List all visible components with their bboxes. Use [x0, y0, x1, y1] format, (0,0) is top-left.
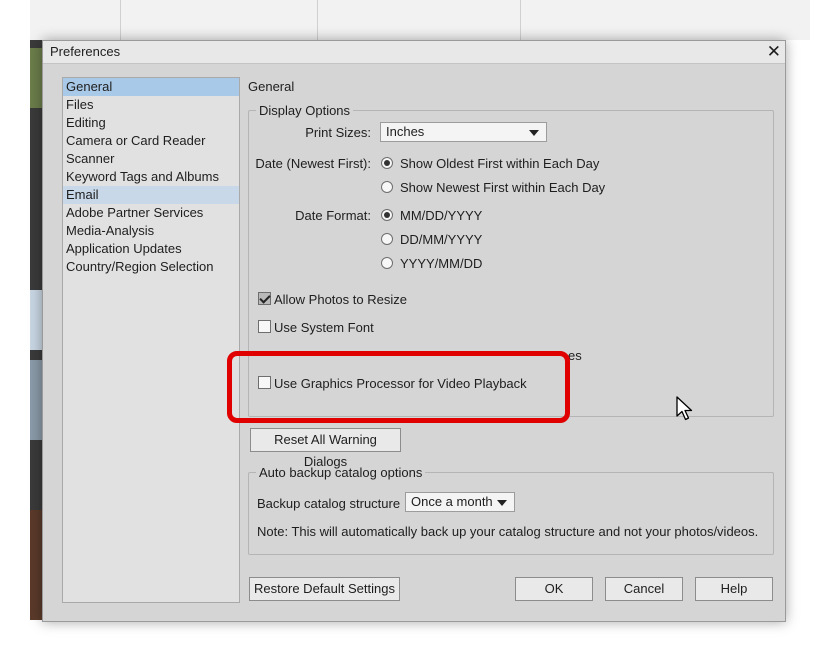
display-options-group: Display Options — [248, 103, 774, 417]
background-divider — [120, 0, 121, 40]
sidebar-item-general[interactable]: General — [63, 78, 239, 96]
background-thumbnail — [30, 510, 42, 620]
background-thumbnail — [30, 360, 42, 440]
sidebar-item-application-updates[interactable]: Application Updates — [63, 240, 239, 258]
background-app-strip — [30, 40, 42, 620]
background-app-toolbar — [30, 0, 810, 40]
gpu-video-playback-label: Use Graphics Processor for Video Playbac… — [274, 376, 527, 391]
newest-first-label: Show Newest First within Each Day — [400, 180, 606, 195]
mm-dd-yyyy-label: MM/DD/YYYY — [400, 208, 483, 223]
sidebar-item-email[interactable]: Email — [63, 186, 239, 204]
print-sizes-value: Inches — [386, 124, 425, 139]
backup-note: Note: This will automatically back up yo… — [257, 524, 759, 539]
display-options-legend: Display Options — [259, 103, 351, 118]
allow-photos-resize-label: Allow Photos to Resize — [274, 292, 407, 307]
restore-default-settings-button[interactable]: Restore Default Settings — [249, 577, 400, 601]
cancel-button[interactable]: Cancel — [605, 577, 683, 601]
background-thumbnail — [30, 290, 42, 350]
print-sizes-label: Print Sizes: — [305, 125, 371, 140]
dd-mm-yyyy-label: DD/MM/YYYY — [400, 232, 483, 247]
background-divider — [520, 0, 521, 40]
radio-dd-mm-yyyy[interactable] — [381, 233, 393, 245]
auto-backup-legend: Auto backup catalog options — [259, 465, 423, 480]
sidebar-item-media-analysis[interactable]: Media-Analysis — [63, 222, 239, 240]
mouse-pointer-icon — [676, 396, 693, 421]
radio-oldest-first[interactable] — [381, 157, 393, 169]
title-bar: Preferences ✕ — [43, 41, 785, 64]
close-icon[interactable]: ✕ — [767, 42, 781, 62]
print-sizes-dropdown[interactable]: Inches — [380, 122, 547, 142]
background-thumbnail — [30, 48, 42, 108]
radio-newest-first[interactable] — [381, 181, 393, 193]
sidebar-item-editing[interactable]: Editing — [63, 114, 239, 132]
preferences-sidebar: General Files Editing Camera or Card Rea… — [62, 77, 240, 603]
background-divider — [317, 0, 318, 40]
obscured-option-label: es — [568, 348, 582, 363]
use-system-font-label: Use System Font — [274, 320, 374, 335]
use-system-font-checkbox[interactable] — [258, 320, 271, 333]
date-order-label: Date (Newest First): — [255, 156, 371, 171]
reset-warning-dialogs-button[interactable]: Reset All Warning Dialogs — [250, 428, 401, 469]
chevron-down-icon — [497, 500, 507, 506]
chevron-down-icon — [529, 130, 539, 136]
radio-mm-dd-yyyy[interactable] — [381, 209, 393, 221]
sidebar-item-scanner[interactable]: Scanner — [63, 150, 239, 168]
preferences-dialog: Preferences ✕ General Files Editing Came… — [42, 40, 786, 622]
allow-photos-resize-checkbox[interactable] — [258, 292, 271, 305]
section-title: General — [248, 79, 295, 94]
sidebar-item-camera-or-card-reader[interactable]: Camera or Card Reader — [63, 132, 239, 150]
sidebar-item-adobe-partner-services[interactable]: Adobe Partner Services — [63, 204, 239, 222]
gpu-video-playback-checkbox[interactable] — [258, 376, 271, 389]
yyyy-mm-dd-label: YYYY/MM/DD — [400, 256, 483, 271]
backup-structure-value: Once a month — [411, 494, 493, 509]
radio-yyyy-mm-dd[interactable] — [381, 257, 393, 269]
backup-structure-label: Backup catalog structure — [257, 496, 401, 511]
ok-button[interactable]: OK — [515, 577, 593, 601]
dialog-title: Preferences — [50, 44, 121, 59]
help-button[interactable]: Help — [695, 577, 773, 601]
sidebar-item-files[interactable]: Files — [63, 96, 239, 114]
sidebar-item-keyword-tags-and-albums[interactable]: Keyword Tags and Albums — [63, 168, 239, 186]
sidebar-item-country-region-selection[interactable]: Country/Region Selection — [63, 258, 239, 276]
oldest-first-label: Show Oldest First within Each Day — [400, 156, 600, 171]
backup-structure-dropdown[interactable]: Once a month — [405, 492, 515, 512]
date-format-label: Date Format: — [295, 208, 371, 223]
